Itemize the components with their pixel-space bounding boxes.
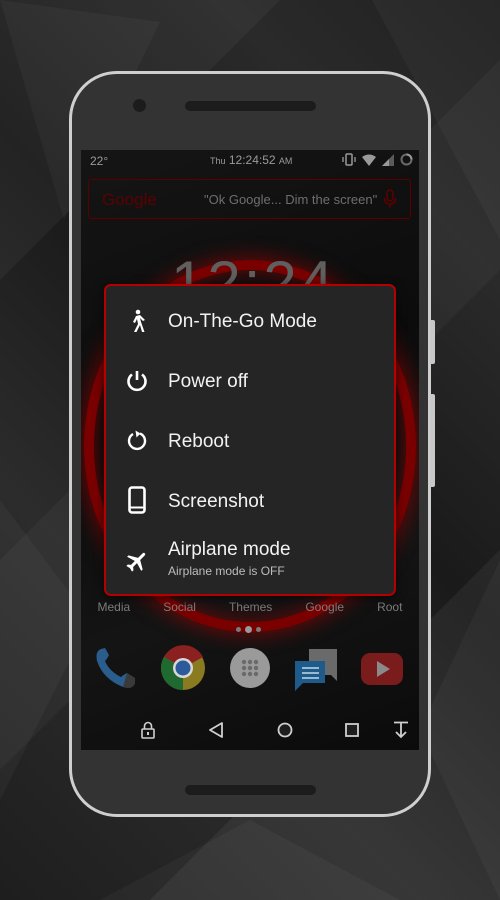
status-day: Thu: [210, 156, 226, 166]
folder-themes[interactable]: Themes: [229, 600, 272, 614]
menu-item-power-off[interactable]: Power off: [106, 353, 394, 409]
home-icon: [277, 722, 293, 738]
folder-google[interactable]: Google: [305, 600, 344, 614]
youtube-app-icon[interactable]: [359, 645, 405, 691]
navigation-bar: [81, 712, 419, 748]
reboot-icon: [124, 428, 150, 454]
recents-icon: [345, 723, 359, 737]
menu-item-label: Airplane mode: [168, 539, 291, 560]
back-button[interactable]: [204, 718, 228, 742]
power-side-button: [430, 320, 435, 364]
menu-item-screenshot[interactable]: Screenshot: [106, 473, 394, 529]
power-menu-dialog: On-The-Go Mode Power off Reboot Screensh…: [104, 284, 396, 596]
signal-icon: [382, 153, 394, 166]
app-drawer-icon[interactable]: [227, 645, 273, 691]
lock-button[interactable]: [136, 718, 160, 742]
page-dot[interactable]: [236, 627, 241, 632]
menu-item-airplane-mode[interactable]: Airplane mode Airplane mode is OFF: [106, 533, 394, 589]
wifi-icon: [362, 154, 376, 166]
dock: [81, 645, 419, 695]
menu-item-reboot[interactable]: Reboot: [106, 413, 394, 469]
google-logo: Google: [102, 190, 157, 209]
page-indicator: [236, 626, 261, 633]
messenger-app-icon[interactable]: [293, 645, 339, 691]
vibrate-icon: [342, 153, 356, 166]
power-icon: [124, 368, 150, 394]
phone-app-icon[interactable]: [93, 645, 139, 691]
folder-root[interactable]: Root: [377, 600, 402, 614]
folder-media[interactable]: Media: [98, 600, 131, 614]
bottom-speaker: [185, 785, 316, 795]
menu-item-label: Screenshot: [168, 491, 265, 512]
notification-pulldown-button[interactable]: [389, 718, 413, 742]
menu-item-sublabel: Airplane mode is OFF: [168, 564, 285, 578]
menu-item-on-the-go[interactable]: On-The-Go Mode: [106, 293, 394, 349]
phone-screenshot-icon: [124, 486, 150, 514]
recents-button[interactable]: [340, 718, 364, 742]
temperature: 22°: [90, 154, 109, 168]
earpiece-speaker: [185, 101, 316, 111]
status-ampm: AM: [278, 156, 293, 166]
home-button[interactable]: [273, 718, 297, 742]
home-folders: Media Social Themes Google Root: [81, 600, 419, 614]
airplane-icon: [124, 548, 150, 574]
mic-icon[interactable]: [383, 189, 397, 209]
menu-item-label: Reboot: [168, 431, 230, 452]
back-icon: [209, 722, 223, 738]
status-bar: 22° Thu 12:24:52 AM: [81, 150, 419, 172]
page-dot-active[interactable]: [245, 626, 252, 633]
notification-pulldown-icon: [394, 721, 408, 739]
status-icons: [342, 153, 413, 166]
status-time: 12:24:52: [228, 153, 276, 167]
lock-icon: [141, 721, 155, 739]
folder-social[interactable]: Social: [163, 600, 196, 614]
battery-circle-icon: [400, 153, 413, 166]
menu-item-label: Power off: [168, 371, 248, 392]
search-hint: "Ok Google... Dim the screen": [204, 192, 378, 207]
volume-side-button: [430, 394, 435, 487]
google-search-bar[interactable]: Google "Ok Google... Dim the screen": [88, 179, 411, 219]
background-facet: [100, 820, 400, 900]
background-facet: [420, 560, 500, 900]
page-dot[interactable]: [256, 627, 261, 632]
status-clock: Thu 12:24:52 AM: [210, 153, 292, 167]
chrome-app-icon[interactable]: [160, 645, 206, 691]
menu-item-label: On-The-Go Mode: [168, 311, 317, 332]
front-camera: [133, 99, 146, 112]
walking-person-icon: [124, 308, 150, 334]
